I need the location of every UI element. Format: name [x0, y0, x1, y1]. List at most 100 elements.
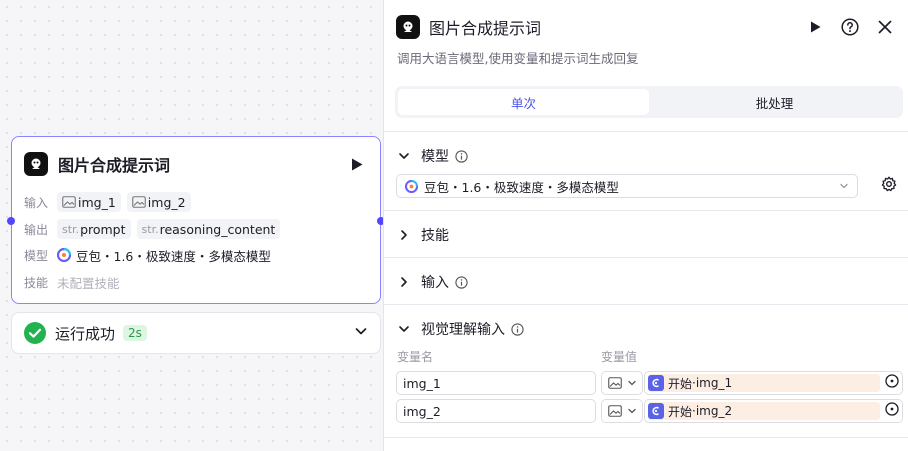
section-skills-header[interactable]: 技能 [398, 224, 449, 246]
divider [384, 304, 908, 305]
info-icon [455, 149, 468, 163]
tab-single[interactable]: 单次 [398, 89, 649, 115]
output-type: str. [62, 222, 80, 236]
run-button[interactable] [802, 14, 828, 40]
section-input-title: 输入 [421, 275, 449, 291]
llm-node-logo-icon [24, 152, 48, 176]
target-icon [885, 402, 899, 416]
image-icon [62, 196, 76, 208]
inputs-label: 输入 [24, 195, 49, 210]
output-chip: str. prompt [57, 219, 131, 239]
node-skills-row: 技能 未配置技能 [24, 271, 368, 293]
var-name-input[interactable] [396, 371, 596, 395]
workflow-canvas[interactable]: 图片合成提示词 输入 img_1 img_2 输出 str. prompt st… [0, 0, 385, 451]
help-button[interactable] [837, 14, 863, 40]
success-check-icon [24, 322, 46, 344]
run-mode-tabs: 单次 批处理 [395, 86, 903, 118]
skills-value: 未配置技能 [57, 275, 120, 291]
reference-tag: 开始 · img_2 [648, 402, 880, 420]
info-icon [455, 275, 468, 289]
chevron-down-icon [627, 380, 636, 386]
panel-description: 调用大语言模型,使用变量和提示词生成回复 [397, 51, 639, 66]
node-title: 图片合成提示词 [58, 156, 171, 175]
outputs-label: 输出 [24, 222, 49, 237]
model-settings-button[interactable] [881, 176, 897, 196]
divider [384, 131, 908, 132]
pick-variable-button[interactable] [885, 374, 899, 392]
section-model-header[interactable]: 模型 [398, 145, 468, 167]
input-chip: img_2 [126, 192, 191, 212]
reference-tag: 开始 · img_1 [648, 374, 880, 392]
output-type: str. [141, 222, 159, 236]
divider [384, 257, 908, 258]
section-skills-title: 技能 [421, 228, 449, 244]
doubao-model-icon [57, 248, 71, 262]
var-value-reference[interactable]: 开始 · img_1 [644, 371, 903, 395]
run-status-card[interactable]: 运行成功 2s [11, 312, 381, 354]
divider [384, 210, 908, 211]
node-header: 图片合成提示词 [24, 151, 368, 177]
duration-badge: 2s [123, 325, 147, 341]
reference-source: 开始 [668, 376, 693, 391]
gear-icon [881, 176, 897, 192]
chevron-down-icon [840, 183, 848, 188]
panel-title[interactable]: 图片合成提示词 [429, 15, 793, 39]
panel-header: 图片合成提示词 [396, 14, 898, 40]
var-type-select[interactable] [601, 399, 643, 423]
model-label: 模型 [24, 248, 49, 263]
start-node-icon [648, 375, 664, 391]
play-icon [810, 21, 820, 33]
node-input-port[interactable] [7, 217, 15, 225]
skills-label: 技能 [24, 275, 49, 290]
reference-variable: img_2 [695, 404, 733, 418]
pick-variable-button[interactable] [885, 402, 899, 420]
info-icon [511, 322, 524, 336]
node-config-panel: 图片合成提示词 调用大语言模型,使用变量和提示词生成回复 单次 批处理 模型 豆… [383, 0, 908, 451]
section-input-header[interactable]: 输入 [398, 271, 468, 293]
close-icon [878, 20, 892, 34]
var-name-input[interactable] [396, 399, 596, 423]
output-name: prompt [80, 221, 126, 237]
target-icon [885, 374, 899, 388]
help-circle-icon [841, 18, 859, 36]
image-icon [131, 196, 146, 208]
input-chip: img_1 [57, 192, 121, 212]
llm-node-logo-icon [396, 15, 420, 39]
chevron-down-icon [399, 153, 409, 159]
input-name: img_1 [78, 194, 116, 210]
tab-batch[interactable]: 批处理 [649, 89, 900, 115]
section-model-title: 模型 [421, 149, 449, 165]
model-select[interactable]: 豆包・1.6・极致速度・多模态模型 [396, 174, 858, 198]
status-text: 运行成功 [55, 324, 116, 343]
section-vision-header[interactable]: 视觉理解输入 [398, 318, 524, 340]
chevron-down-icon [355, 328, 367, 335]
model-value: 豆包・1.6・极致速度・多模态模型 [76, 248, 271, 264]
var-value-reference[interactable]: 开始 · img_2 [644, 399, 903, 423]
image-icon [607, 405, 622, 417]
column-var-value: 变量值 [601, 350, 638, 364]
chevron-down-icon [399, 326, 409, 332]
run-node-button[interactable] [346, 153, 368, 175]
var-type-select[interactable] [601, 371, 643, 395]
output-chip: str. reasoning_content [136, 219, 281, 239]
start-node-icon [648, 403, 664, 419]
model-select-value: 豆包・1.6・极致速度・多模态模型 [424, 179, 619, 195]
input-name: img_2 [147, 194, 186, 210]
close-button[interactable] [872, 14, 898, 40]
chevron-right-icon [401, 230, 407, 240]
play-icon [352, 158, 363, 170]
reference-source: 开始 [668, 404, 693, 419]
column-var-name: 变量名 [397, 350, 434, 364]
chevron-right-icon [401, 277, 407, 287]
image-icon [607, 377, 622, 389]
doubao-model-icon [405, 179, 418, 193]
output-name: reasoning_content [159, 221, 276, 237]
chevron-down-icon [627, 408, 636, 414]
section-vision-title: 视觉理解输入 [421, 322, 505, 338]
llm-node-card[interactable]: 图片合成提示词 输入 img_1 img_2 输出 str. prompt st… [7, 136, 385, 304]
reference-variable: img_1 [695, 376, 733, 390]
node-inputs-row: 输入 img_1 img_2 [24, 191, 368, 213]
divider [384, 437, 908, 438]
expand-status-button[interactable] [354, 324, 368, 342]
node-outputs-row: 输出 str. prompt str. reasoning_content [24, 218, 368, 240]
